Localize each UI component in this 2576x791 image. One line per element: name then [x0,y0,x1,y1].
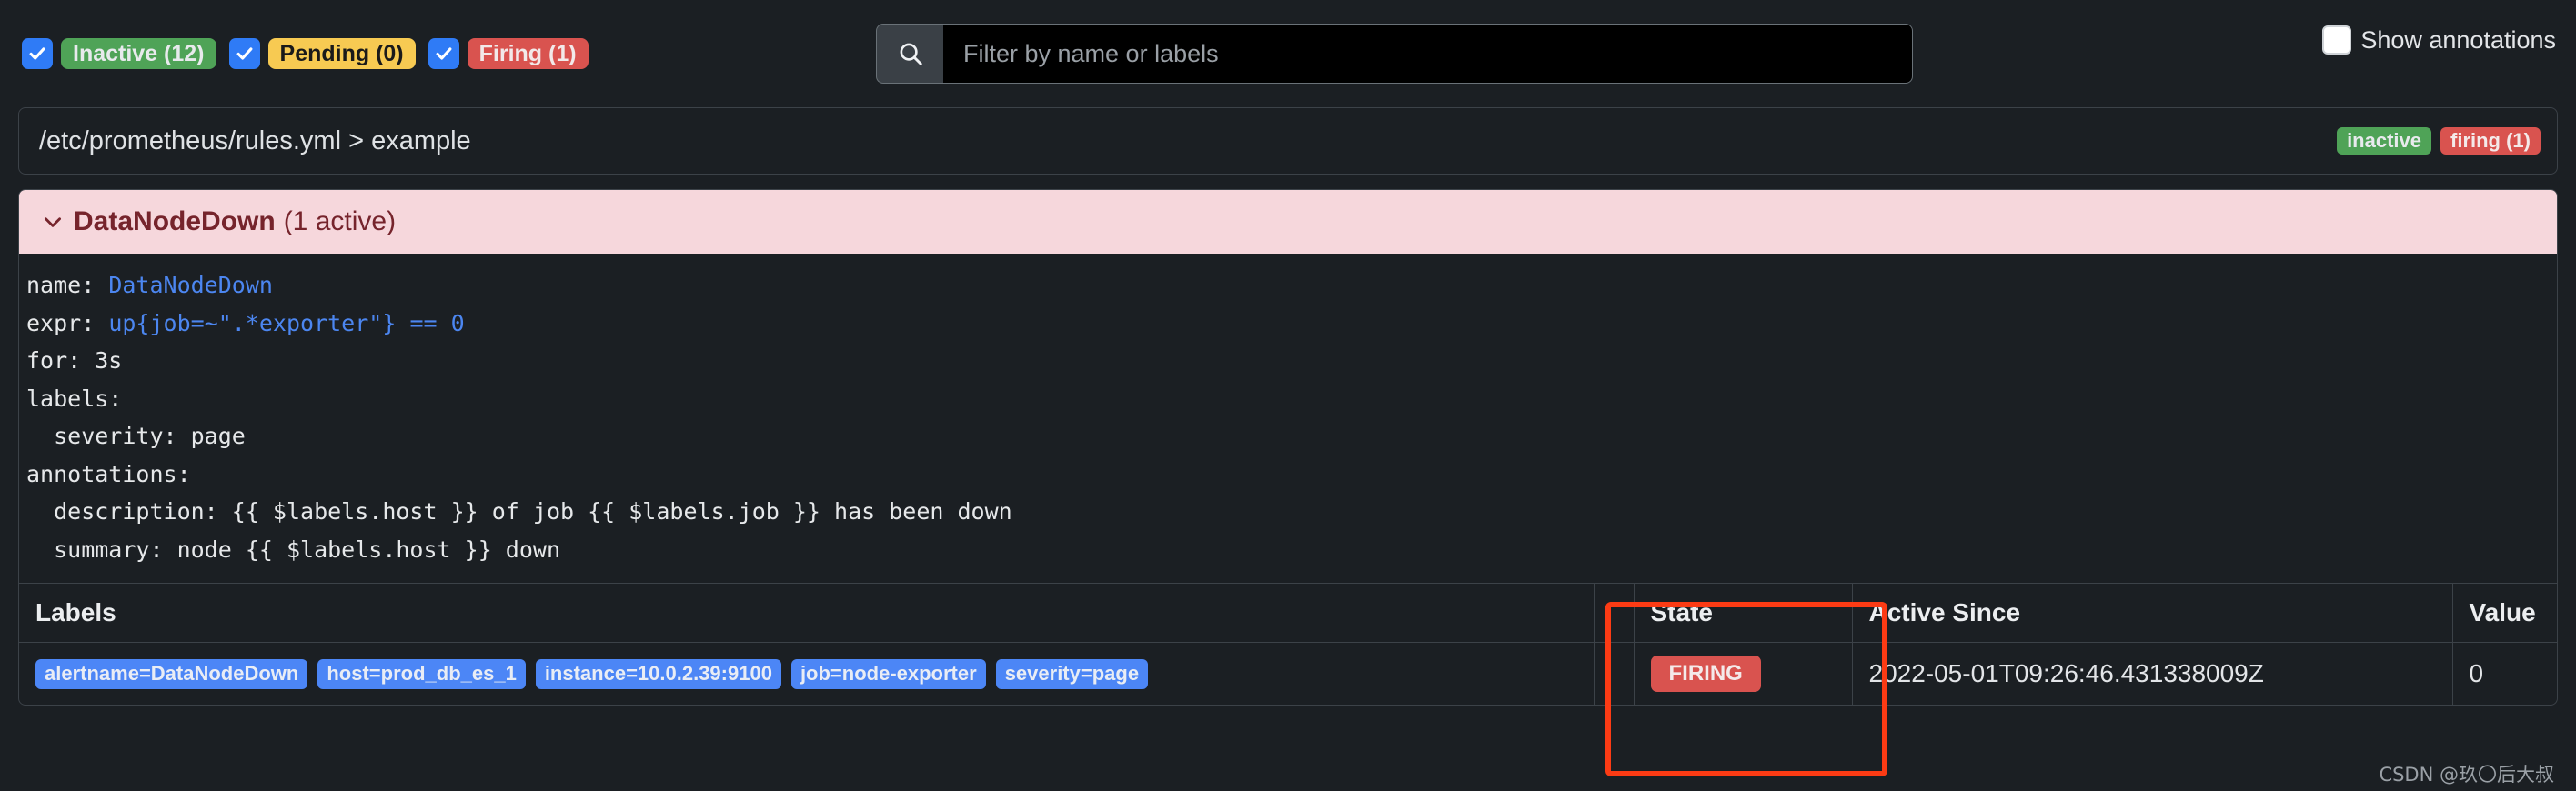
table-header-row: Labels State Active Since Value [19,583,2557,643]
label-badge-instance: instance=10.0.2.39:9100 [535,658,781,689]
yaml-line-labels: labels: [26,385,123,412]
status-badge-firing: firing (1) [2440,127,2541,155]
status-badge-state: FIRING [1650,656,1761,692]
breadcrumb-text: /etc/prometheus/rules.yml > example [39,125,471,155]
yaml-line-severity: severity: page [26,423,246,449]
breadcrumb: /etc/prometheus/rules.yml > example inac… [19,108,2557,174]
filter-pending[interactable]: Pending (0) [228,38,416,69]
alert-value: 0 [2469,659,2484,687]
column-header-state: State [1634,583,1853,643]
label-badge-severity: severity=page [995,658,1149,689]
yaml-line-description: description: {{ $labels.host }} of job {… [26,498,1012,525]
cell-spacer [1594,642,1635,705]
checkbox-show-annotations[interactable] [2322,25,2352,55]
checkbox-firing[interactable] [428,38,459,69]
active-since-value: 2022-05-01T09:26:46.431338009Z [1868,659,2264,687]
prometheus-alerts-page: Inactive (12) Pending (0) Firing (1) Fil… [0,0,2576,791]
show-annotations-label: Show annotations [2360,25,2556,54]
checkbox-inactive[interactable] [22,38,53,69]
breadcrumb-badges: inactive firing (1) [2337,127,2541,155]
search-input[interactable] [943,24,1913,84]
alert-instances-table: Labels State Active Since Value alertnam… [19,583,2557,705]
yaml-value-name: DataNodeDown [108,272,273,298]
search-icon [876,24,943,84]
state-filter-group: Inactive (12) Pending (0) Firing (1) [22,38,601,69]
chevron-down-icon[interactable] [41,210,65,234]
filter-inactive[interactable]: Inactive (12) [22,38,216,69]
cell-value: 0 [2452,642,2557,705]
show-annotations-toggle[interactable]: Show annotations [2322,25,2556,55]
alert-active-count: (1 active) [283,206,397,236]
checkbox-pending[interactable] [228,38,260,69]
column-header-labels: Labels [19,583,1595,643]
alert-header[interactable]: DataNodeDown (1 active) [19,190,2557,254]
yaml-line-annotations: annotations: [26,460,191,487]
yaml-line-expr: expr: [26,309,109,336]
cell-active-since: 2022-05-01T09:26:46.431338009Z [1852,642,2453,705]
label-badge-list: alertname=DataNodeDown host=prod_db_es_1… [35,658,1577,689]
yaml-value-expr: up{job=~".*exporter"} == 0 [108,309,465,336]
alert-rule-yaml: name: DataNodeDown expr: up{job=~".*expo… [19,254,2557,583]
filter-label-inactive[interactable]: Inactive (12) [61,38,216,69]
yaml-line-name: name: [26,272,109,298]
cell-labels: alertname=DataNodeDown host=prod_db_es_1… [19,642,1595,705]
search-box[interactable] [876,24,1913,84]
column-header-spacer [1594,583,1635,643]
filter-firing[interactable]: Firing (1) [428,38,589,69]
filter-label-pending[interactable]: Pending (0) [267,38,416,69]
yaml-line-for: for: 3s [26,347,123,374]
yaml-line-summary: summary: node {{ $labels.host }} down [26,536,560,563]
label-badge-job: job=node-exporter [790,658,986,689]
toolbar: Inactive (12) Pending (0) Firing (1) Fil… [0,0,2576,107]
alert-card: DataNodeDown (1 active) name: DataNodeDo… [18,189,2558,706]
column-header-active-since: Active Since [1852,583,2453,643]
filter-label-firing[interactable]: Firing (1) [467,38,589,69]
table-row: alertname=DataNodeDown host=prod_db_es_1… [19,642,2557,705]
column-header-value: Value [2452,583,2557,643]
status-badge-inactive: inactive [2337,127,2431,155]
label-badge-host: host=prod_db_es_1 [317,658,526,689]
label-badge-alertname: alertname=DataNodeDown [35,658,308,689]
alert-name: DataNodeDown [74,206,276,236]
rule-group-panel: /etc/prometheus/rules.yml > example inac… [18,107,2558,175]
watermark: CSDN @玖〇后大叔 [2379,764,2554,786]
cell-state: FIRING [1634,642,1853,705]
